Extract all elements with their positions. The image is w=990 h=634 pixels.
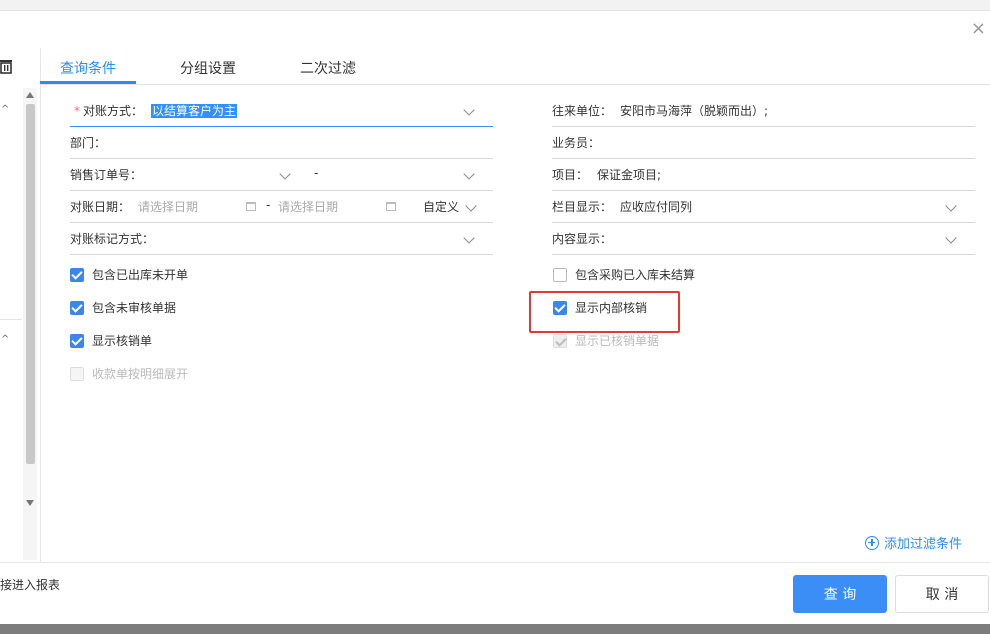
sales-order-label: 销售订单号： [70,168,143,182]
sales-order-separator: - [314,166,319,180]
department-label: 部门： [70,136,107,150]
column-display-value: 应收应付同列 [620,200,693,214]
column-display-field[interactable]: 栏目显示： 应收应付同列 [552,190,975,223]
checkbox-label: 包含采购已入库未结算 [575,268,696,282]
left-panel: ^ ^ [0,48,41,562]
project-field[interactable]: 项目： 保证金项目; [552,158,975,191]
add-filter-button[interactable]: 添加过滤条件 [865,533,962,552]
checkbox-icon[interactable] [553,300,567,315]
checkbox-include-shipped-unbilled[interactable]: 包含已出库未开单 [70,266,188,283]
calendar-icon[interactable] [246,202,256,211]
reconcile-date-field: 对账日期： 请选择日期 - 请选择日期 自定义 [70,190,493,223]
scroll-up-arrow[interactable] [26,92,34,98]
department-field[interactable]: 部门： [70,126,493,159]
chevron-down-icon[interactable] [463,104,475,116]
divider [0,319,22,320]
chevron-down-icon[interactable] [465,200,477,212]
reconcile-method-value: 以结算客户为主 [151,104,238,118]
checkbox-show-internal-writeoff[interactable]: 显示内部核销 [553,299,647,316]
scroll-down-arrow[interactable] [26,500,34,506]
chevron-down-icon[interactable] [463,168,475,180]
cancel-button[interactable]: 取 消 [895,575,989,613]
checkbox-label: 包含已出库未开单 [92,268,189,282]
partner-value: 安阳市马海萍（脱颖而出）; [620,104,769,118]
content-display-field[interactable]: 内容显示： [552,222,975,255]
checkbox-label: 收款单按明细展开 [92,367,189,381]
query-button[interactable]: 查 询 [793,575,887,613]
tab-query-conditions[interactable]: 查询条件 [60,58,116,78]
checkbox-icon[interactable] [553,267,567,282]
checkbox-expand-receipt-detail: 收款单按明细展开 [70,365,188,382]
dialog-footer: 接进入报表 查 询 取 消 [0,562,990,625]
mark-method-field[interactable]: 对账标记方式： [70,222,493,255]
salesperson-label: 业务员： [552,136,601,150]
partner-label: 往来单位： [552,104,613,118]
partner-field[interactable]: 往来单位： 安阳市马海萍（脱颖而出）; [552,94,975,127]
chevron-down-icon[interactable] [945,200,957,212]
plus-circle-icon [865,535,879,550]
checkbox-icon [553,333,567,348]
column-display-label: 栏目显示： [552,200,613,214]
trash-icon[interactable] [0,58,14,74]
date-separator: - [266,198,271,212]
tab-secondary-filter[interactable]: 二次过滤 [300,58,356,78]
checkbox-icon[interactable] [70,333,84,348]
salesperson-field[interactable]: 业务员： [552,126,975,159]
bottom-strip [0,624,990,634]
add-filter-label: 添加过滤条件 [884,537,963,552]
active-tab-indicator [40,81,136,84]
checkbox-show-writtenoff-docs: 显示已核销单据 [553,332,659,349]
checkbox-show-writeoff[interactable]: 显示核销单 [70,332,152,349]
end-date-input[interactable]: 请选择日期 [278,198,338,215]
project-value: 保证金项目; [597,168,662,182]
checkbox-icon [70,366,84,381]
tab-bar: 查询条件 分组设置 二次过滤 [40,48,990,85]
footer-left-text: 接进入报表 [0,578,61,592]
sales-order-field[interactable]: 销售订单号： - [70,158,493,191]
checkbox-icon[interactable] [70,267,84,282]
checkbox-icon[interactable] [70,300,84,315]
chevron-down-icon[interactable] [945,232,957,244]
reconcile-date-label: 对账日期： [70,200,131,214]
reconcile-method-field[interactable]: * 对账方式： 以结算客户为主 [70,94,493,127]
date-preset-select[interactable]: 自定义 [423,198,459,215]
chevron-down-icon[interactable] [463,232,475,244]
top-strip [0,0,990,11]
start-date-input[interactable]: 请选择日期 [138,198,198,215]
checkbox-label: 包含未审核单据 [92,301,177,315]
project-label: 项目： [552,168,589,182]
reconcile-method-label: * 对账方式： [74,104,144,118]
chevron-down-icon[interactable] [279,168,291,180]
mark-method-label: 对账标记方式： [70,232,155,246]
checkbox-include-unaudited[interactable]: 包含未审核单据 [70,299,176,316]
checkbox-label: 显示核销单 [92,334,153,348]
collapse-up-icon[interactable]: ^ [1,104,11,115]
calendar-icon[interactable] [386,202,396,211]
content-display-label: 内容显示： [552,232,613,246]
checkbox-label: 显示已核销单据 [575,334,660,348]
checkbox-include-purchase-unsettled[interactable]: 包含采购已入库未结算 [553,266,695,283]
checkbox-label: 显示内部核销 [575,301,648,315]
collapse-up-icon-2[interactable]: ^ [1,334,11,345]
tab-group-settings[interactable]: 分组设置 [180,58,236,78]
close-icon[interactable]: × [971,18,986,39]
scrollbar-thumb[interactable] [26,104,35,464]
